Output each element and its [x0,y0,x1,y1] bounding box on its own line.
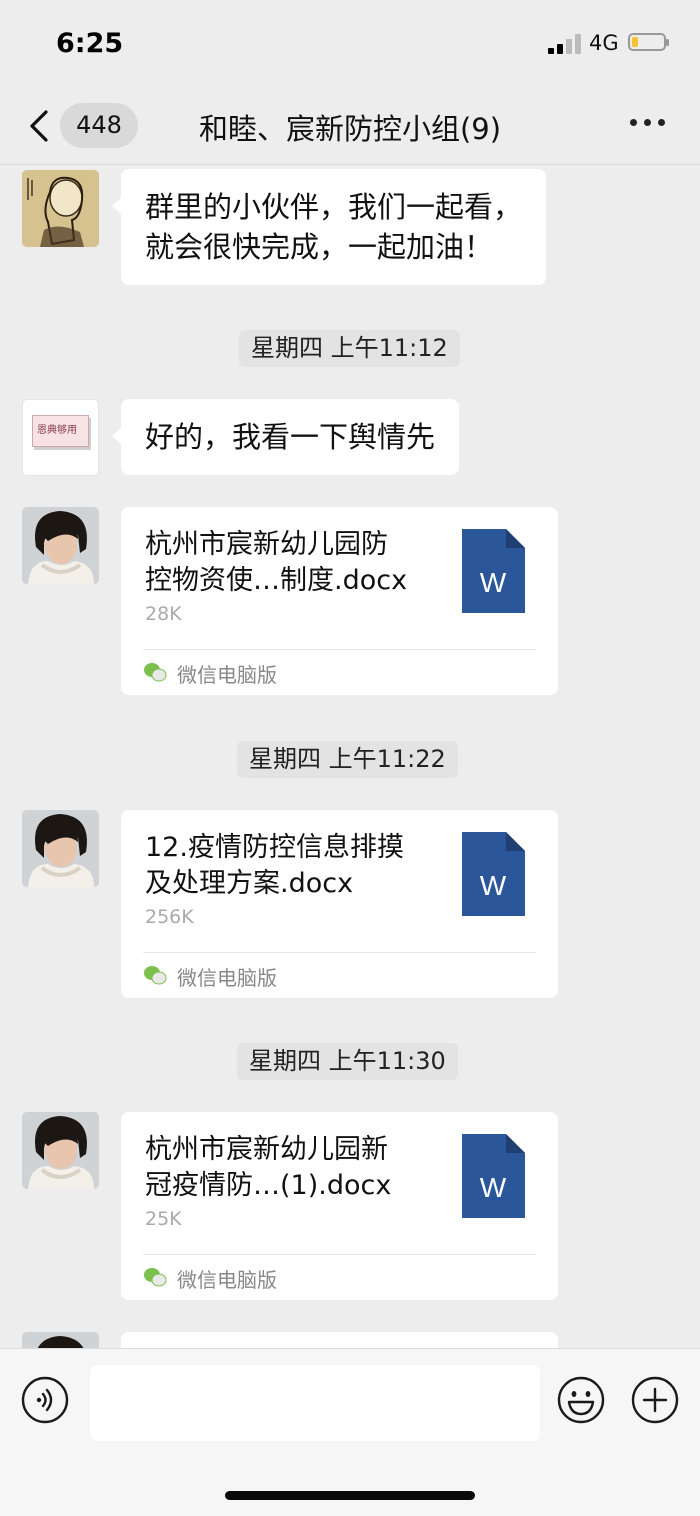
card-avatar-inner: 恩典够用 [32,415,89,447]
word-document-icon: W [462,832,525,916]
word-icon-letter: W [480,567,507,598]
file-name-line: 杭州市宸新幼儿园防 [145,529,388,560]
status-time: 6:25 [56,28,124,59]
emoji-icon[interactable] [557,1376,605,1424]
timestamp-label: 星期四 上午11:12 [239,330,460,367]
file-message-card[interactable]: 12.疫情防控信息排摸 及处理方案.docx 256K W 微信电脑版 [121,810,558,998]
chat-title: 和睦、宸新防控小组(9) [198,112,502,146]
message-bubble-partial[interactable] [121,1332,558,1348]
network-type: 4G [589,31,619,55]
file-source-label: 微信电脑版 [177,1268,277,1292]
file-name: 杭州市宸新幼儿园新 冠疫情防…(1).docx [145,1132,445,1204]
signal-strength-icon [548,34,582,54]
chat-header: 448 和睦、宸新防控小组(9) [0,88,700,165]
word-icon-letter: W [480,870,507,901]
file-message-card[interactable]: 杭州市宸新幼儿园新 冠疫情防…(1).docx 25K W 微信电脑版 [121,1112,558,1300]
back-arrow-icon[interactable] [26,108,56,144]
card-divider [143,1254,536,1255]
woman-photo-avatar[interactable] [22,1112,99,1189]
message-list[interactable]: 群里的小伙伴，我们一起看， 就会很快完成，一起加油！ 星期四 上午11:12 恩… [0,165,700,1348]
file-message-card[interactable]: 杭州市宸新幼儿园防 控物资使…制度.docx 28K W 微信电脑版 [121,507,558,695]
file-name-line: 冠疫情防…(1).docx [145,1170,392,1201]
message-text-line: 就会很快完成，一起加油！ [145,230,494,264]
file-size: 28K [145,603,182,625]
woman-photo-avatar[interactable] [22,1332,99,1348]
file-size: 256K [145,906,194,928]
message-text-line: 群里的小伙伴，我们一起看， [145,190,523,224]
wechat-icon [144,966,167,985]
file-name-line: 控物资使…制度.docx [145,565,408,596]
file-name: 杭州市宸新幼儿园防 控物资使…制度.docx [145,527,445,599]
timestamp-label: 星期四 上午11:22 [237,741,458,778]
message-input[interactable] [90,1365,540,1441]
plus-icon[interactable] [631,1376,679,1424]
message-bubble[interactable]: 群里的小伙伴，我们一起看， 就会很快完成，一起加油！ [111,169,547,285]
voice-input-icon[interactable] [21,1376,69,1424]
wechat-icon [144,1268,167,1287]
home-indicator[interactable] [225,1491,475,1500]
file-name: 12.疫情防控信息排摸 及处理方案.docx [145,830,445,902]
card-avatar-text: 恩典够用 [37,425,77,436]
battery-icon [628,33,669,51]
card-divider [143,952,536,953]
file-name-line: 及处理方案.docx [145,868,354,899]
card-divider [143,649,536,650]
word-icon-letter: W [480,1172,507,1203]
woman-photo-avatar[interactable] [22,810,99,887]
battery-level [632,37,638,47]
timestamp-label: 星期四 上午11:30 [237,1043,458,1080]
sketch-portrait-avatar[interactable] [22,170,99,247]
file-size: 25K [145,1208,182,1230]
file-source-label: 微信电脑版 [177,966,277,990]
card-avatar[interactable]: 恩典够用 [22,399,99,476]
message-text-line: 好的，我看一下舆情先 [145,420,436,454]
chat-input-bar [0,1348,700,1516]
status-bar: 6:25 4G [0,0,700,88]
word-document-icon: W [462,529,525,613]
message-bubble[interactable]: 好的，我看一下舆情先 [111,399,460,475]
file-name-line: 杭州市宸新幼儿园新 [145,1134,388,1165]
file-name-line: 12.疫情防控信息排摸 [145,832,404,863]
more-options-icon[interactable] [630,118,666,128]
unread-count-badge[interactable]: 448 [60,103,138,148]
wechat-icon [144,663,167,682]
word-document-icon: W [462,1134,525,1218]
file-source-label: 微信电脑版 [177,663,277,687]
woman-photo-avatar[interactable] [22,507,99,584]
